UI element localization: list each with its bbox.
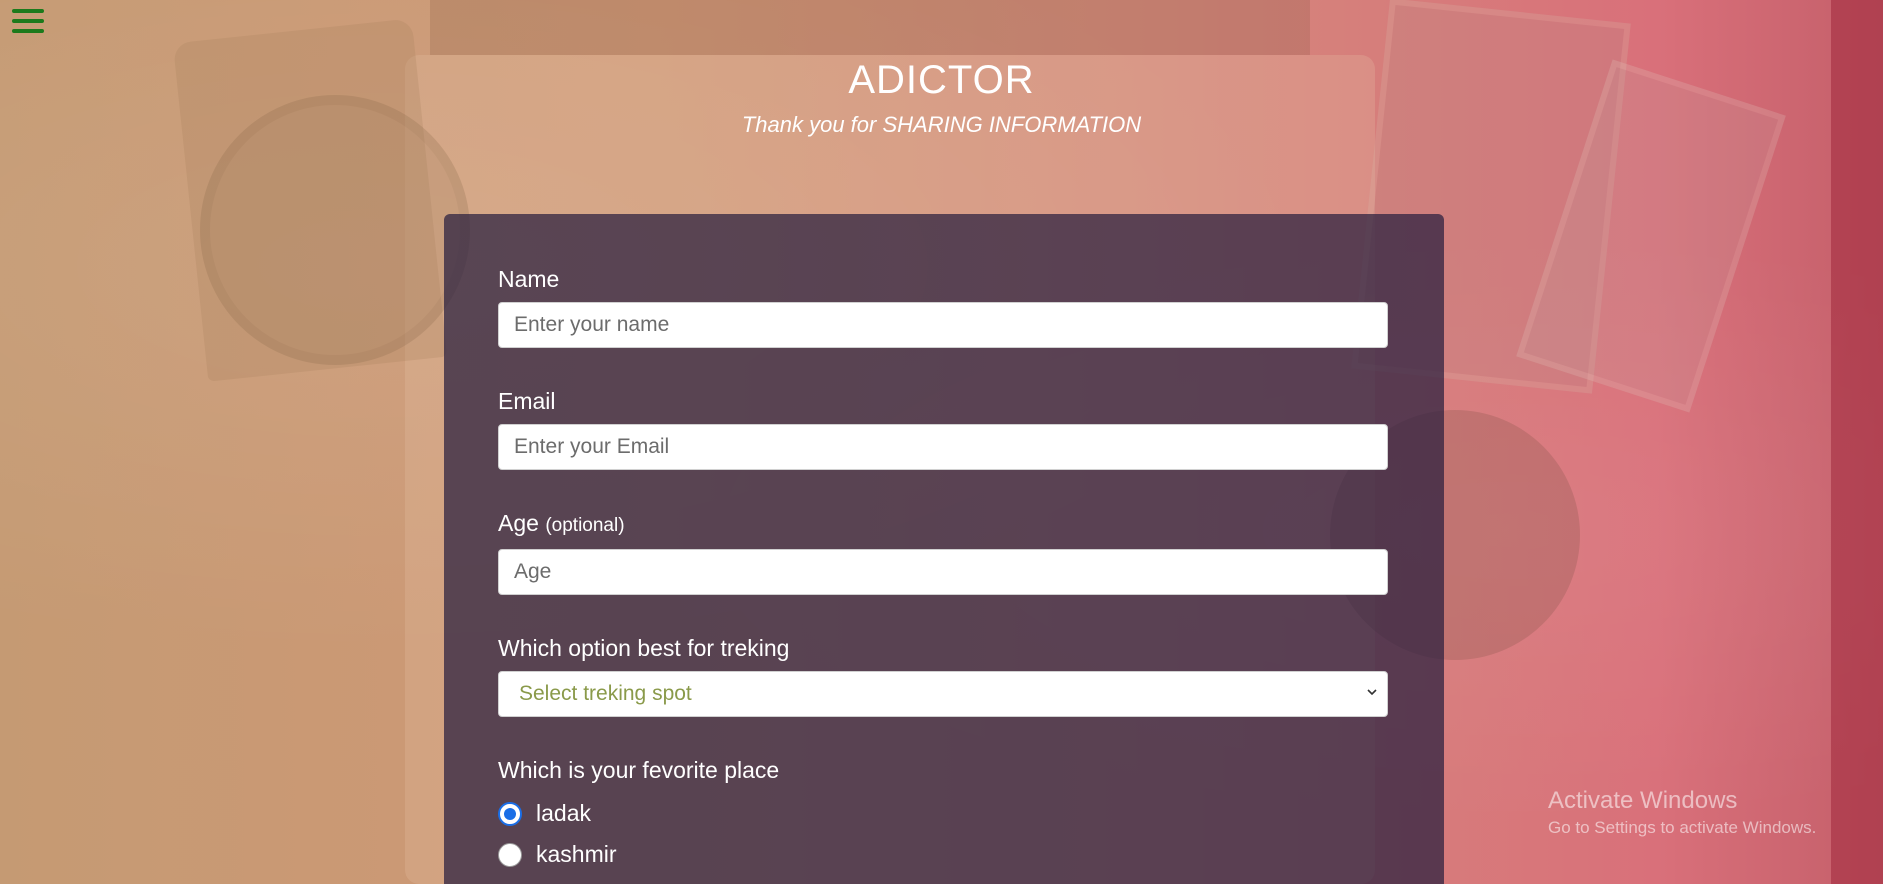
watermark-title: Activate Windows: [1548, 787, 1738, 814]
watermark-subtitle: Go to Settings to activate Windows.: [1548, 818, 1817, 837]
site-title: ADICTOR: [848, 58, 1035, 102]
radio-label-kashmir: kashmir: [536, 841, 617, 867]
favorite-place-label-text: Which is your fevorite place: [498, 757, 780, 783]
email-input[interactable]: [498, 424, 1388, 470]
trekking-label: Which option best for treking: [498, 633, 1390, 663]
trekking-select[interactable]: Select treking spot: [498, 671, 1388, 717]
trekking-label-text: Which option best for treking: [498, 635, 790, 661]
hamburger-menu-icon[interactable]: [10, 6, 46, 36]
name-label: Name: [498, 264, 1390, 294]
menu-bar: [12, 9, 44, 13]
name-input[interactable]: [498, 302, 1388, 348]
windows-activation-watermark: Activate Windows Go to Settings to activ…: [1548, 786, 1816, 840]
radio-kashmir[interactable]: [498, 842, 522, 867]
age-label-text: Age: [498, 510, 539, 536]
age-input[interactable]: [498, 549, 1388, 595]
radio-option-ladak[interactable]: ladak: [498, 793, 1390, 834]
email-label: Email: [498, 386, 1390, 416]
info-form: Name Email Age (optional) Which option b…: [444, 214, 1444, 884]
email-label-text: Email: [498, 388, 556, 414]
background-navbar: [430, 0, 1310, 55]
chevron-down-icon: [1367, 689, 1377, 696]
menu-bar: [12, 29, 44, 33]
menu-bar: [12, 19, 44, 23]
radio-ladak[interactable]: [498, 801, 522, 826]
favorite-place-label: Which is your fevorite place: [498, 755, 1390, 785]
site-subtitle: Thank you for SHARING INFORMATION: [741, 112, 1142, 137]
name-label-text: Name: [498, 266, 560, 292]
age-label: Age (optional): [498, 508, 1390, 541]
radio-option-kashmir[interactable]: kashmir: [498, 834, 1390, 875]
page: ADICTOR Thank you for SHARING INFORMATIO…: [0, 0, 1883, 884]
radio-label-ladak: ladak: [536, 800, 591, 826]
page-header: ADICTOR Thank you for SHARING INFORMATIO…: [0, 52, 1883, 140]
trekking-select-value: Select treking spot: [519, 682, 692, 705]
age-optional-note: (optional): [545, 515, 625, 536]
